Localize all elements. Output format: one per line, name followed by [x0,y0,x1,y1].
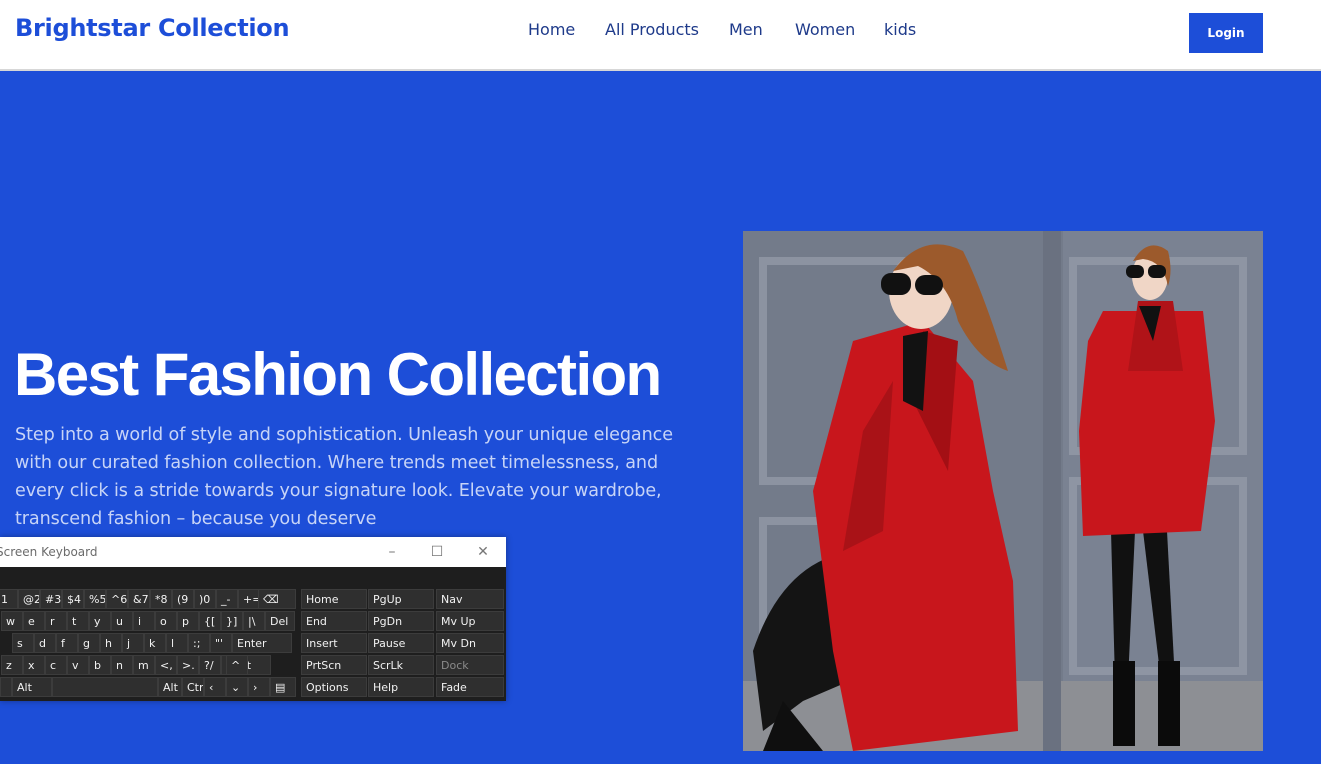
up-arrow-key[interactable]: ^ [226,655,248,675]
osk-titlebar[interactable]: Screen Keyboard – ☐ ✕ [0,537,506,567]
right-arrow-key[interactable]: › [248,677,270,697]
key[interactable]: {[ [199,611,221,631]
key[interactable]: _- [216,589,238,609]
left-arrow-key[interactable]: ‹ [204,677,226,697]
nav-key-mv-dn[interactable]: Mv Dn [436,633,504,653]
menu-key[interactable]: ▤ [270,677,296,697]
on-screen-keyboard: Screen Keyboard – ☐ ✕ 1 @2 #3 $4 %5 ^6 &7 *8 (9)… [0,537,506,701]
key[interactable]: g [78,633,100,653]
alt-key-right[interactable]: Alt [158,677,182,697]
key[interactable]: d [34,633,56,653]
nav-all-products[interactable]: All Products [605,20,699,39]
key[interactable]: u [111,611,133,631]
windows-key[interactable] [0,677,12,697]
nav-key-help[interactable]: Help [368,677,434,697]
nav-key-home[interactable]: Home [301,589,367,609]
key[interactable]: Del [265,611,295,631]
key[interactable]: w [1,611,23,631]
key[interactable]: m [133,655,155,675]
ctrl-key[interactable]: Ctr [182,677,204,697]
key[interactable]: v [67,655,89,675]
key[interactable]: ?/ [199,655,221,675]
key[interactable]: c [45,655,67,675]
key[interactable]: )0 [194,589,216,609]
key[interactable]: j [122,633,144,653]
key[interactable]: %5 [84,589,106,609]
nav-key-prtscn[interactable]: PrtScn [301,655,367,675]
key[interactable]: |\ [243,611,265,631]
nav-key-fade[interactable]: Fade [436,677,504,697]
brand-logo[interactable]: Brightstar Collection [15,14,290,42]
key[interactable]: "' [210,633,232,653]
key[interactable]: 1 [0,589,18,609]
hero-title: Best Fashion Collection [14,341,662,408]
key[interactable]: t [67,611,89,631]
nav-key-nav[interactable]: Nav [436,589,504,609]
key[interactable]: += [238,589,260,609]
key[interactable]: (9 [172,589,194,609]
nav-women[interactable]: Women [795,20,855,39]
key[interactable]: p [177,611,199,631]
nav-key-scrlk[interactable]: ScrLk [368,655,434,675]
key[interactable]: o [155,611,177,631]
nav-key-end[interactable]: End [301,611,367,631]
navbar: Brightstar Collection Home All Products … [0,0,1321,71]
key[interactable]: e [23,611,45,631]
nav-key-mv-up[interactable]: Mv Up [436,611,504,631]
key[interactable]: r [45,611,67,631]
nav-key-pgdn[interactable]: PgDn [368,611,434,631]
key[interactable]: s [12,633,34,653]
nav-key-insert[interactable]: Insert [301,633,367,653]
key[interactable]: }] [221,611,243,631]
key[interactable]: i [133,611,155,631]
close-icon[interactable]: ✕ [466,541,500,563]
key[interactable]: @2 [18,589,40,609]
nav-home[interactable]: Home [528,20,575,39]
key[interactable]: :; [188,633,210,653]
key[interactable]: $4 [62,589,84,609]
key[interactable]: *8 [150,589,172,609]
key[interactable]: b [89,655,111,675]
nav-key-dock[interactable]: Dock [436,655,504,675]
key[interactable]: f [56,633,78,653]
alt-key[interactable]: Alt [12,677,52,697]
login-button[interactable]: Login [1189,13,1263,53]
key[interactable]: >. [177,655,199,675]
key[interactable]: h [100,633,122,653]
hero-description: Step into a world of style and sophistic… [15,425,673,529]
hero-image [743,231,1263,751]
key[interactable]: x [23,655,45,675]
key[interactable]: z [1,655,23,675]
down-arrow-key[interactable]: ⌄ [226,677,248,697]
minimize-icon[interactable]: – [375,541,409,563]
maximize-icon[interactable]: ☐ [420,541,454,563]
fashion-photo [743,231,1263,751]
nav-key-options[interactable]: Options [301,677,367,697]
key[interactable]: y [89,611,111,631]
key[interactable]: l [166,633,188,653]
key[interactable]: k [144,633,166,653]
key[interactable]: <, [155,655,177,675]
osk-title: Screen Keyboard [0,545,98,559]
space-key[interactable] [52,677,158,697]
key[interactable]: #3 [40,589,62,609]
backspace-key[interactable]: ⌫ [258,589,296,609]
nav-key-pgup[interactable]: PgUp [368,589,434,609]
nav-men[interactable]: Men [729,20,763,39]
key[interactable]: &7 [128,589,150,609]
key[interactable]: n [111,655,133,675]
key[interactable]: ^6 [106,589,128,609]
nav-key-pause[interactable]: Pause [368,633,434,653]
key[interactable]: Enter [232,633,292,653]
nav-kids[interactable]: kids [884,20,916,39]
